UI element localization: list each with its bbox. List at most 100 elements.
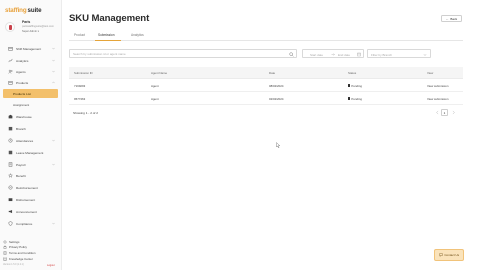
sidebar-item-label: Attendances [16, 138, 34, 143]
gear-icon [3, 239, 7, 244]
branch-icon [8, 126, 13, 131]
column-header-status[interactable]: Status [348, 71, 356, 75]
chevron-down-icon [52, 47, 55, 49]
column-header-date[interactable]: Date [269, 71, 275, 75]
column-header-agent-name[interactable]: Agent Name [151, 71, 167, 75]
sidebar-item-label: Compliance [16, 221, 33, 226]
chevron-down-icon [52, 59, 55, 61]
sidebar-item-compliance[interactable]: Compliance [3, 219, 58, 228]
sidebar-item-shift-management[interactable]: Shift Management [3, 44, 58, 53]
chevron-up-icon [52, 81, 55, 83]
document-icon [3, 250, 7, 255]
sidebar-item-attendances[interactable]: Attendances [3, 136, 58, 145]
footer-link-privacy[interactable]: Privacy Policy [3, 244, 27, 249]
sidebar-item-announcement[interactable]: Announcement [3, 207, 58, 216]
sidebar-item-warehouse[interactable]: Warehouse [3, 112, 58, 121]
pagination-page-button[interactable]: 1 [441, 109, 448, 116]
sidebar-item-reimbursement[interactable]: Reimbursement [3, 183, 58, 192]
sidebar-item-label: Products [16, 80, 29, 85]
disburse-icon [8, 198, 13, 202]
contact-us-label: Contact Us [444, 253, 460, 257]
chevron-right-icon[interactable] [451, 110, 456, 115]
start-date-input[interactable]: Start date [310, 53, 323, 57]
sidebar-item-products-list[interactable]: Products List [3, 89, 58, 98]
profile-card[interactable]: Paris parisstaffingsuite@test.com Super … [5, 19, 59, 36]
chevron-down-icon [52, 163, 55, 165]
chat-icon [439, 253, 443, 257]
profile-email: parisstaffingsuite@test.com [22, 25, 54, 28]
brand-logo-part1: staffing [5, 7, 27, 14]
view-submission-link[interactable]: View submission [427, 84, 448, 88]
branch-filter-select[interactable]: Filter by Branch [367, 49, 431, 58]
tab-analytics[interactable]: Analytics [131, 33, 144, 37]
sidebar-item-disbursement[interactable]: Disbursement [3, 195, 58, 204]
page-title: SKU Management [69, 13, 150, 24]
reimburse-icon [8, 185, 13, 190]
sidebar-item-agents[interactable]: Agents [3, 67, 58, 76]
end-date-input[interactable]: End date [338, 53, 350, 57]
sidebar-item-branch[interactable]: Branch [3, 124, 58, 133]
sidebar-item-analytics[interactable]: Analytics [3, 56, 58, 65]
logout-link[interactable]: Logout [47, 264, 55, 267]
sidebar-item-payroll[interactable]: Payroll [3, 160, 58, 169]
tab-bar: Product Submission Analytics [69, 31, 463, 41]
chevron-left-icon[interactable] [435, 110, 440, 115]
sidebar-item-label: Shift Management [16, 46, 42, 51]
footer-link-label: Knowledge Center [9, 256, 33, 261]
cell-agent-name: Agent [151, 96, 159, 101]
version-text: Version 1.5.0 (1.2.1) [3, 264, 24, 266]
sidebar-item-leave-management[interactable]: Leave Management [3, 148, 58, 157]
clock-icon [8, 138, 13, 143]
chevron-down-icon [52, 222, 55, 224]
status-label: Pending [351, 83, 362, 88]
branch-filter-value: Filter by Branch [371, 52, 393, 57]
avatar [5, 22, 15, 32]
footer-link-terms[interactable]: Terms and Condition [3, 250, 36, 255]
profile-role-label: Super Admin [22, 29, 37, 33]
sidebar-item-benefit[interactable]: Benefit [3, 171, 58, 180]
cell-submission-id: 7169293 [74, 83, 86, 88]
column-header-submission-id[interactable]: Submission ID [74, 71, 93, 75]
chevron-down-icon [52, 139, 55, 141]
footer-link-knowledge[interactable]: Knowledge Center [3, 256, 33, 261]
contact-us-button[interactable]: Contact Us [434, 249, 464, 261]
table-row: 9577463 Agent 02/02/2024 Pending View submis… [69, 92, 463, 105]
date-range-picker[interactable]: Start date End date [302, 49, 364, 58]
cell-date: 08/02/2024 [269, 83, 284, 88]
chart-icon [8, 58, 13, 63]
table-header: Submission ID Agent Name Date Status Vie… [69, 67, 463, 79]
column-header-view: View [427, 71, 434, 75]
brand-logo-part2: suite [27, 7, 42, 14]
calendar-icon [357, 52, 361, 57]
cell-agent-name: Agent [151, 83, 159, 88]
chevron-down-icon [52, 70, 55, 72]
sidebar-item-products[interactable]: Products [3, 78, 58, 87]
brand-logo[interactable]: staffingsuite [5, 7, 42, 14]
sidebar-item-label: Agents [16, 69, 26, 74]
sidebar-item-label: Disbursement [16, 197, 36, 202]
status-badge: Pending [348, 84, 362, 88]
tab-submission[interactable]: Submission [98, 33, 114, 37]
sidebar: staffingsuite Paris parisstaffingsuite@t… [0, 0, 62, 270]
search-icon[interactable] [289, 52, 294, 57]
chevron-down-icon [423, 53, 427, 56]
pagination-summary: Showing 1 - 2 of 2 [73, 111, 98, 115]
sidebar-item-label: Benefit [16, 173, 26, 178]
search-box [69, 49, 297, 58]
arrow-left-icon: ← [445, 16, 449, 21]
footer-link-label: Terms and Condition [9, 250, 36, 255]
profile-name: Paris [22, 20, 31, 24]
megaphone-icon [8, 209, 13, 214]
sidebar-item-label: Payroll [16, 162, 26, 167]
users-icon [8, 69, 13, 74]
profile-role[interactable]: Super Admin ▾ [22, 30, 39, 33]
mouse-cursor-icon [276, 142, 280, 148]
back-button[interactable]: ← Back [441, 15, 462, 22]
arrow-right-icon [331, 53, 335, 56]
tab-product[interactable]: Product [74, 33, 85, 37]
footer-link-label: Privacy Policy [9, 244, 27, 249]
cell-date: 02/02/2024 [269, 96, 284, 101]
search-input[interactable] [73, 51, 285, 57]
sidebar-item-assignment[interactable]: Assignment [3, 100, 58, 109]
view-submission-link[interactable]: View submission [427, 97, 448, 101]
